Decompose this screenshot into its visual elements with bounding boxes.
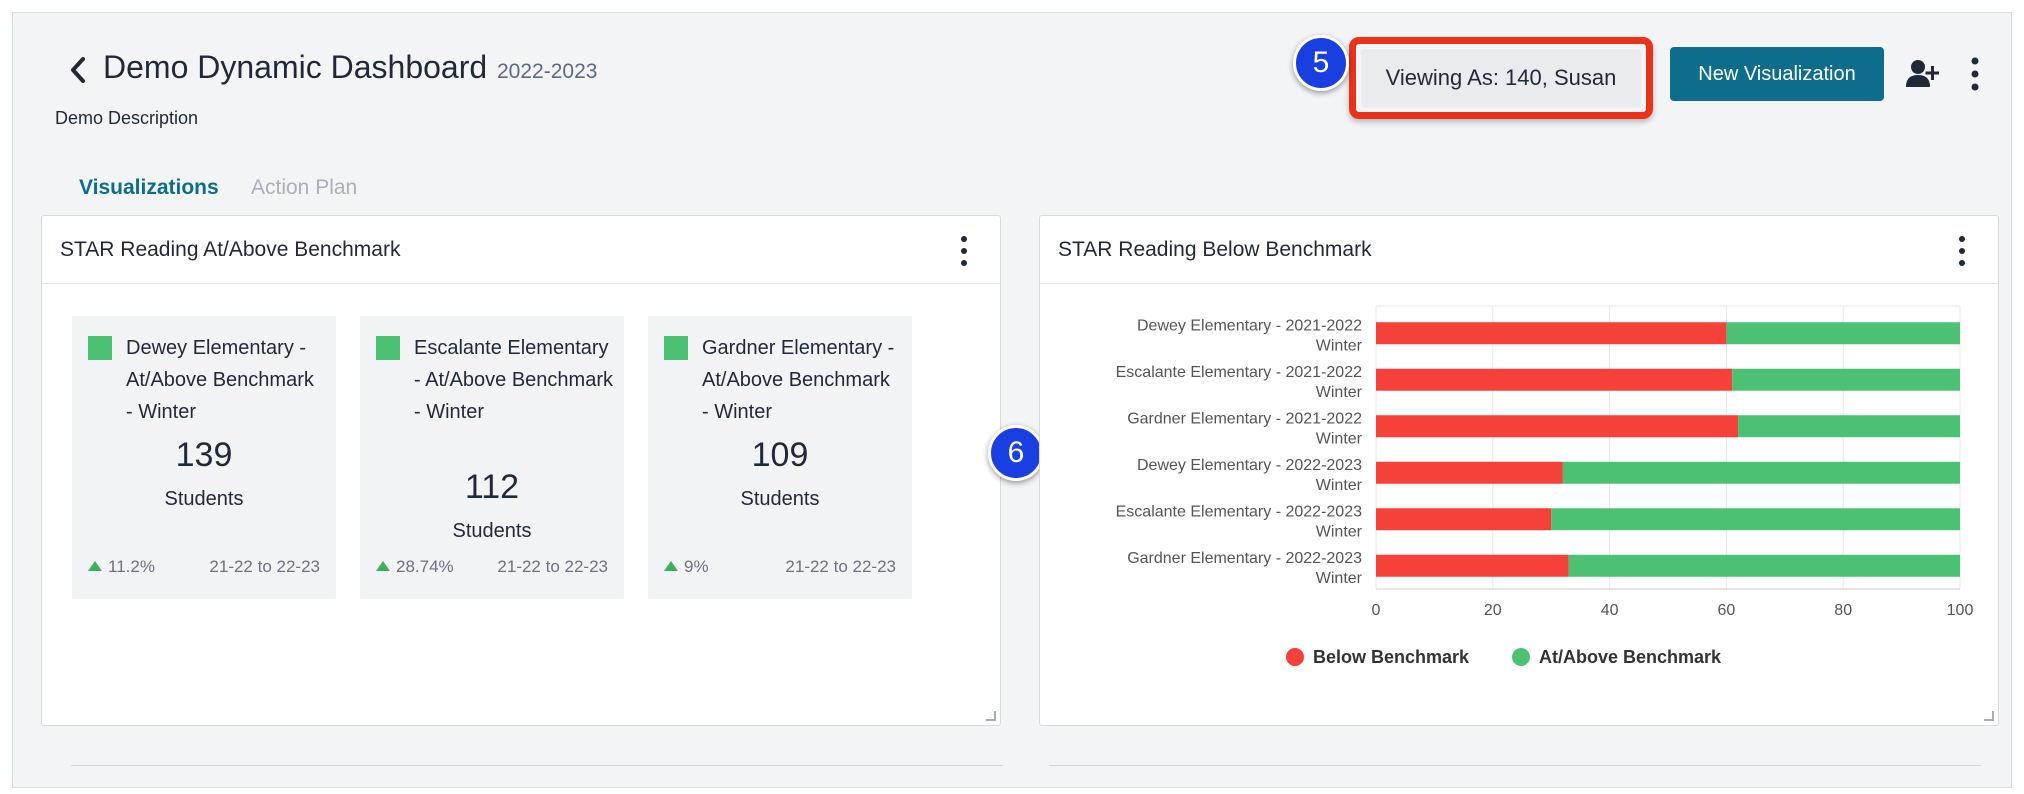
tile-change: 11.2% [108,557,155,576]
trend-up-icon [376,561,390,571]
bar-above-benchmark [1726,322,1960,345]
y-tick-label: Escalante Elementary - 2022-2023 [1116,503,1362,520]
card-below-benchmark: STAR Reading Below Benchmark Dewey Eleme… [1039,215,1999,726]
tile-value: 139 [175,436,233,474]
metric-tile[interactable]: Escalante Elementary - At/Above Benchmar… [360,316,624,599]
bar-below-benchmark [1376,368,1733,391]
page-year: 2022-2023 [497,60,598,83]
bar-above-benchmark [1551,508,1960,531]
dashboard-frame: Demo Dynamic Dashboard 2022-2023 Demo De… [12,12,2012,788]
bar-above-benchmark [1568,554,1960,577]
tile-change: 9% [684,557,709,576]
y-tick-label-season: Winter [1316,570,1363,587]
divider [1049,765,1981,766]
bar-below-benchmark [1376,415,1739,438]
tile-change: 28.74% [396,557,454,576]
legend-label: At/Above Benchmark [1539,647,1722,667]
bar-above-benchmark [1732,368,1960,391]
viewing-as-highlight: Viewing As: 140, Susan [1349,37,1653,119]
resize-handle[interactable] [986,711,996,721]
tile-unit: Students [452,520,532,542]
tile-color-swatch [376,336,400,360]
tab-action-plan[interactable]: Action Plan [251,176,357,200]
below-benchmark-chart: Dewey Elementary - 2021-2022 Winter Escala… [1116,305,1974,667]
step-badge-5: 5 [1293,35,1349,91]
y-tick-label-season: Winter [1316,523,1363,540]
tile-color-swatch [664,336,688,360]
card-title: STAR Reading At/Above Benchmark [60,237,401,261]
tile-color-swatch [88,336,112,360]
metric-tile[interactable]: Gardner Elementary - At/Above Benchmark … [648,316,912,599]
trend-up-icon [88,561,102,571]
bar-below-benchmark [1376,461,1563,484]
tile-label: Gardner Elementary - At/Above Benchmark … [702,337,895,423]
more-options-icon[interactable] [1963,55,1987,93]
legend-marker-below [1286,648,1304,666]
back-chevron-icon[interactable] [65,53,91,87]
legend-marker-above [1512,648,1530,666]
card-title: STAR Reading Below Benchmark [1058,237,1372,261]
page-title: Demo Dynamic Dashboard [103,49,488,85]
x-tick-label: 20 [1484,602,1502,619]
tile-value: 109 [751,436,809,474]
x-tick-label: 0 [1372,602,1381,619]
divider [71,765,1003,766]
bar-above-benchmark [1738,415,1960,438]
viewing-as-button[interactable]: Viewing As: 140, Susan [1361,49,1641,107]
y-tick-label: Escalante Elementary - 2021-2022 [1116,364,1362,381]
bar-above-benchmark [1562,461,1960,484]
tile-range: 21-22 to 22-23 [497,557,608,576]
y-tick-label: Dewey Elementary - 2021-2022 [1137,317,1362,334]
card-at-above-benchmark: STAR Reading At/Above Benchmark Dewey El… [41,215,1001,726]
card-header: STAR Reading At/Above Benchmark [42,216,1000,284]
metric-tile[interactable]: Dewey Elementary - At/Above Benchmark - … [72,316,336,599]
x-tick-label: 40 [1601,602,1619,619]
y-tick-label: Gardner Elementary - 2021-2022 [1127,410,1362,427]
tile-label: Dewey Elementary - At/Above Benchmark - … [126,337,314,423]
legend-label: Below Benchmark [1313,647,1470,667]
card-header: STAR Reading Below Benchmark [1040,216,1998,284]
tile-unit: Students [164,488,244,510]
tile-value: 112 [464,468,520,506]
x-tick-label: 100 [1947,602,1974,619]
tile-label: Escalante Elementary - At/Above Benchmar… [414,337,613,423]
page-description: Demo Description [55,108,199,128]
add-user-icon[interactable] [1905,57,1939,91]
bar-below-benchmark [1376,508,1552,531]
new-visualization-button[interactable]: New Visualization [1670,47,1884,101]
trend-up-icon [664,561,678,571]
tile-range: 21-22 to 22-23 [209,557,320,576]
card-menu-icon[interactable] [1954,234,1970,268]
y-tick-label-season: Winter [1316,477,1363,494]
tile-range: 21-22 to 22-23 [785,557,896,576]
bar-below-benchmark [1376,322,1727,345]
bar-below-benchmark [1376,554,1569,577]
y-tick-label-season: Winter [1316,384,1363,401]
y-tick-label-season: Winter [1316,337,1363,354]
x-tick-label: 80 [1834,602,1852,619]
resize-handle[interactable] [1984,711,1994,721]
tab-visualizations[interactable]: Visualizations [79,176,219,200]
y-tick-label-season: Winter [1316,430,1363,447]
x-tick-label: 60 [1718,602,1736,619]
y-tick-label: Gardner Elementary - 2022-2023 [1127,550,1362,567]
y-tick-label: Dewey Elementary - 2022-2023 [1137,457,1362,474]
step-badge-6: 6 [988,425,1044,481]
tile-unit: Students [740,488,820,510]
card-menu-icon[interactable] [956,234,972,268]
